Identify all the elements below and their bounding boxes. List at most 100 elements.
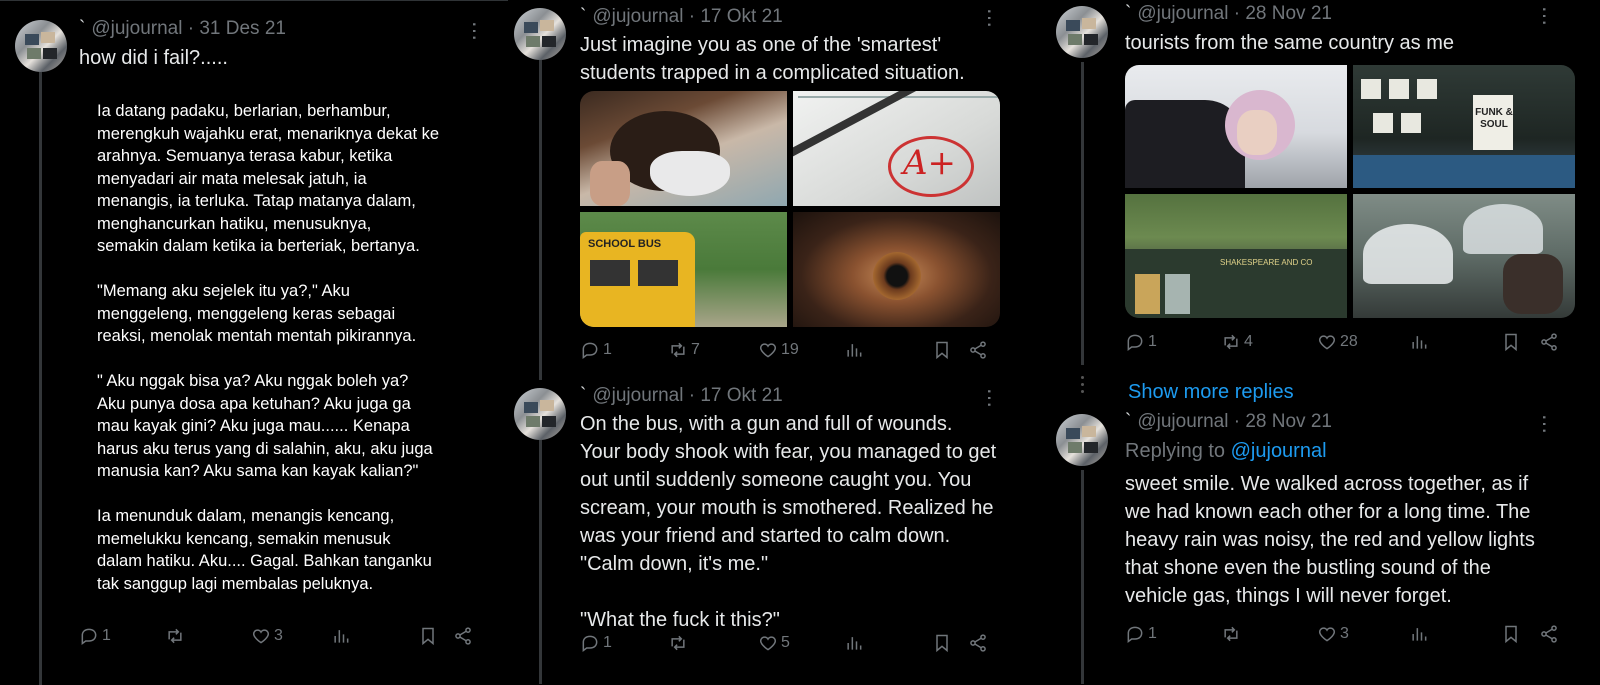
share-button[interactable] bbox=[453, 626, 473, 646]
post-date[interactable]: · 28 Nov 21 bbox=[1234, 411, 1332, 432]
repost-icon bbox=[1224, 334, 1238, 350]
like-button[interactable]: 3 bbox=[251, 626, 283, 646]
user-handle[interactable]: @jujournal bbox=[91, 18, 182, 39]
action-bar: 1 7 19 bbox=[580, 340, 1000, 364]
heart-icon bbox=[759, 636, 777, 651]
reply-icon bbox=[81, 628, 97, 645]
bookmark-button[interactable] bbox=[932, 340, 952, 360]
views-button[interactable] bbox=[331, 626, 351, 646]
user-handle[interactable]: @jujournal bbox=[1137, 411, 1228, 432]
reply-button[interactable]: 1 bbox=[79, 626, 111, 646]
media-photo-exam-sheet[interactable]: A+ bbox=[793, 91, 1000, 206]
share-button[interactable] bbox=[1539, 624, 1559, 644]
reply-count: 1 bbox=[603, 634, 612, 651]
views-button[interactable] bbox=[844, 633, 864, 653]
media-photo-person-silver-hair[interactable] bbox=[1125, 65, 1347, 188]
user-handle[interactable]: @jujournal bbox=[1137, 3, 1228, 24]
repost-button[interactable]: 7 bbox=[668, 340, 700, 360]
repost-button[interactable] bbox=[165, 626, 188, 646]
heart-icon bbox=[252, 629, 270, 644]
post-date[interactable]: · 17 Okt 21 bbox=[689, 6, 783, 27]
reply-button[interactable]: 1 bbox=[580, 340, 612, 360]
media-photo-eye-closeup[interactable] bbox=[793, 212, 1000, 327]
show-more-replies-link[interactable]: Show more replies bbox=[1128, 378, 1294, 406]
media-photo-record-shop[interactable]: FUNK & SOUL bbox=[1353, 65, 1575, 188]
media-photo-umbrellas-rain[interactable] bbox=[1353, 194, 1575, 318]
bookmark-button[interactable] bbox=[932, 633, 952, 653]
like-count: 5 bbox=[781, 634, 790, 651]
user-handle[interactable]: @jujournal bbox=[592, 6, 683, 27]
more-options-icon[interactable]: ⋯ bbox=[1532, 414, 1556, 433]
like-button[interactable]: 3 bbox=[1317, 624, 1349, 644]
avatar[interactable] bbox=[1056, 6, 1108, 58]
views-icon bbox=[334, 630, 349, 643]
post-date[interactable]: · 31 Des 21 bbox=[188, 18, 286, 39]
views-button[interactable] bbox=[1409, 332, 1429, 352]
bookmark-button[interactable] bbox=[1501, 624, 1521, 644]
reply-count: 1 bbox=[1148, 625, 1157, 642]
bookmark-button[interactable] bbox=[1501, 332, 1521, 352]
views-icon bbox=[1412, 628, 1427, 641]
repost-icon bbox=[671, 342, 685, 358]
media-photo-bookshop-street[interactable]: SHAKESPEARE AND CO bbox=[1125, 194, 1347, 318]
post-text: how did i fail?..... bbox=[79, 47, 228, 69]
post-panel-2: ` @jujournal · 17 Okt 21 ⋯ Just imagine y… bbox=[514, 0, 1040, 684]
repost-icon bbox=[671, 635, 685, 651]
bus-sign: SCHOOL BUS bbox=[588, 238, 662, 250]
media-grid[interactable]: FUNK & SOUL SHAKESPEARE AND CO bbox=[1125, 65, 1575, 318]
media-photo-school-bus[interactable]: SCHOOL BUS bbox=[580, 212, 787, 327]
reply-button[interactable]: 1 bbox=[580, 633, 612, 653]
avatar[interactable] bbox=[1056, 414, 1108, 466]
post-date[interactable]: · 28 Nov 21 bbox=[1234, 3, 1332, 24]
views-button[interactable] bbox=[1409, 624, 1429, 644]
reply-button[interactable]: 1 bbox=[1125, 332, 1157, 352]
repost-button[interactable] bbox=[668, 633, 691, 653]
bookmark-button[interactable] bbox=[418, 626, 438, 646]
replying-to-handle[interactable]: @jujournal bbox=[1231, 440, 1327, 462]
like-button[interactable]: 19 bbox=[758, 340, 799, 360]
post-meta: ` @jujournal · 17 Okt 21 bbox=[580, 385, 783, 406]
thread-gap-dots bbox=[1081, 376, 1084, 397]
thread-line bbox=[1081, 470, 1084, 684]
avatar[interactable] bbox=[15, 20, 67, 72]
heart-icon bbox=[1318, 627, 1336, 642]
share-button[interactable] bbox=[968, 633, 988, 653]
user-handle[interactable]: @jujournal bbox=[592, 385, 683, 406]
avatar[interactable] bbox=[514, 8, 566, 60]
like-button[interactable]: 5 bbox=[758, 633, 790, 653]
share-button[interactable] bbox=[968, 340, 988, 360]
media-photo-masked-student[interactable] bbox=[580, 91, 787, 206]
repost-button[interactable] bbox=[1221, 624, 1244, 644]
reply-count: 1 bbox=[603, 341, 612, 358]
post-text: Just imagine you as one of the 'smartest… bbox=[580, 34, 965, 84]
like-button[interactable]: 28 bbox=[1317, 332, 1358, 352]
more-options-icon[interactable]: ⋯ bbox=[977, 8, 1001, 27]
like-count: 3 bbox=[1340, 625, 1349, 642]
post-date[interactable]: · 17 Okt 21 bbox=[689, 385, 783, 406]
post-text: On the bus, with a gun and full of wound… bbox=[580, 413, 997, 631]
avatar[interactable] bbox=[514, 388, 566, 440]
share-button[interactable] bbox=[1539, 332, 1559, 352]
more-options-icon[interactable]: ⋯ bbox=[977, 388, 1001, 407]
heart-icon bbox=[759, 343, 777, 358]
shop-sign: SHAKESPEARE AND CO bbox=[1220, 258, 1313, 267]
heart-icon bbox=[1318, 335, 1336, 350]
reply-count: 1 bbox=[102, 627, 111, 644]
thread-line bbox=[539, 60, 542, 380]
post-panel-3: ` @jujournal · 28 Nov 21 ⋯ tourists from … bbox=[1055, 0, 1600, 684]
post-meta: ` @jujournal · 28 Nov 21 bbox=[1125, 411, 1332, 432]
action-bar: 1 3 bbox=[1125, 624, 1575, 648]
grade-mark: A+ bbox=[903, 143, 957, 183]
thread-line bbox=[539, 440, 542, 684]
repost-count: 7 bbox=[691, 341, 700, 358]
reply-button[interactable]: 1 bbox=[1125, 624, 1157, 644]
repost-button[interactable]: 4 bbox=[1221, 332, 1253, 352]
media-grid[interactable]: A+ SCHOOL BUS bbox=[580, 91, 1000, 327]
action-bar: 1 4 28 bbox=[1125, 332, 1575, 356]
views-icon bbox=[1412, 336, 1427, 349]
repost-icon bbox=[1224, 626, 1238, 642]
views-button[interactable] bbox=[844, 340, 864, 360]
more-options-icon[interactable]: ⋯ bbox=[1532, 6, 1556, 25]
share-icon bbox=[1541, 625, 1557, 643]
more-options-icon[interactable]: ⋯ bbox=[462, 21, 486, 40]
